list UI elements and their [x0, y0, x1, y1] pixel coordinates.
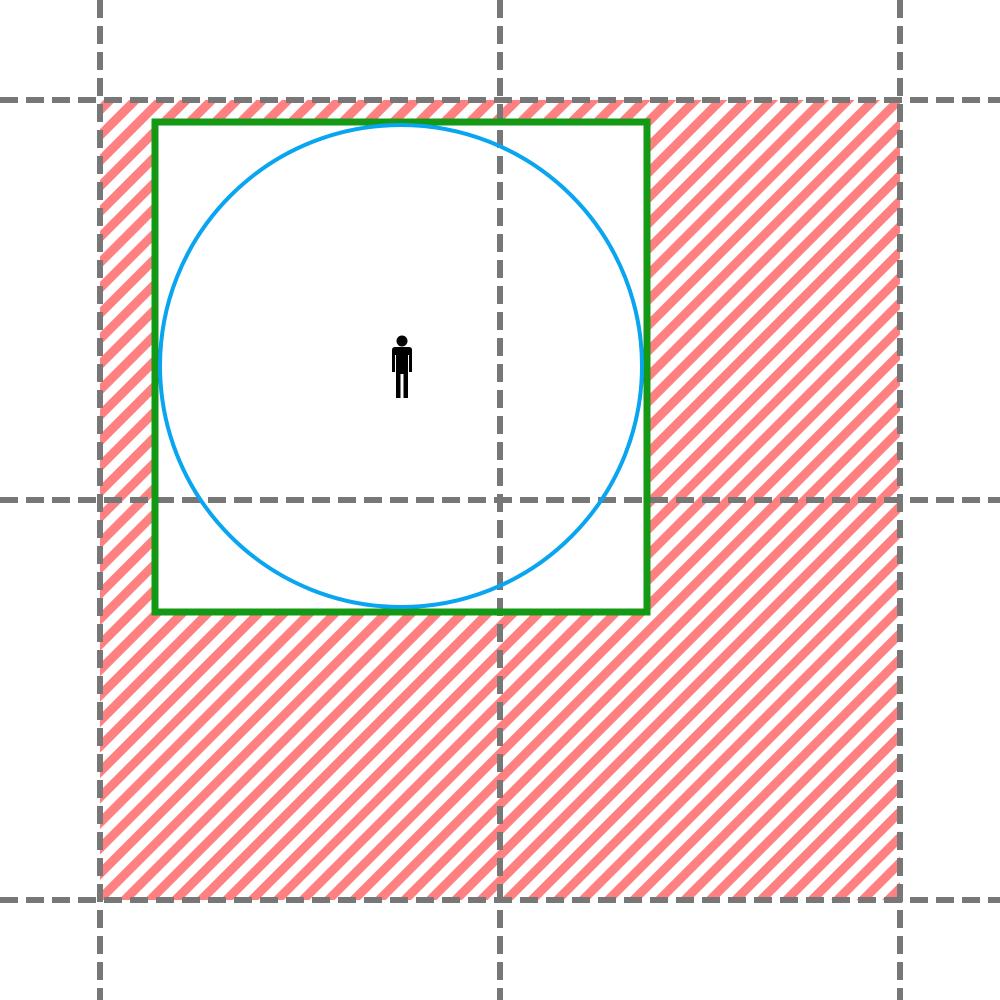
diagram-canvas — [0, 0, 1000, 1000]
spatial-grid-diagram — [0, 0, 1000, 1000]
